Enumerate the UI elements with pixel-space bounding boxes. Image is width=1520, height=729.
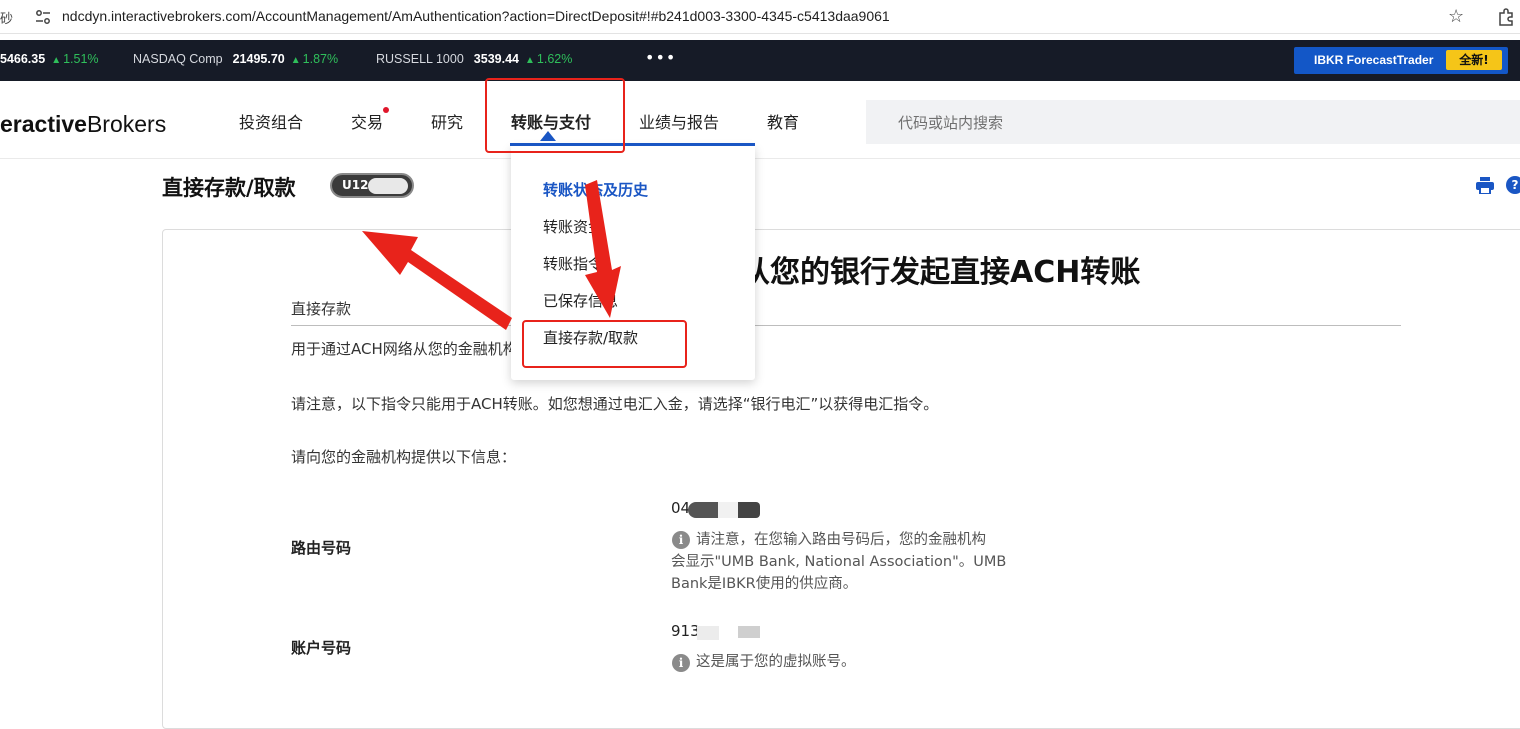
annotation-arrow-left [362, 231, 512, 330]
annotation-arrow-down [585, 180, 621, 318]
annotation-arrows [362, 180, 621, 330]
